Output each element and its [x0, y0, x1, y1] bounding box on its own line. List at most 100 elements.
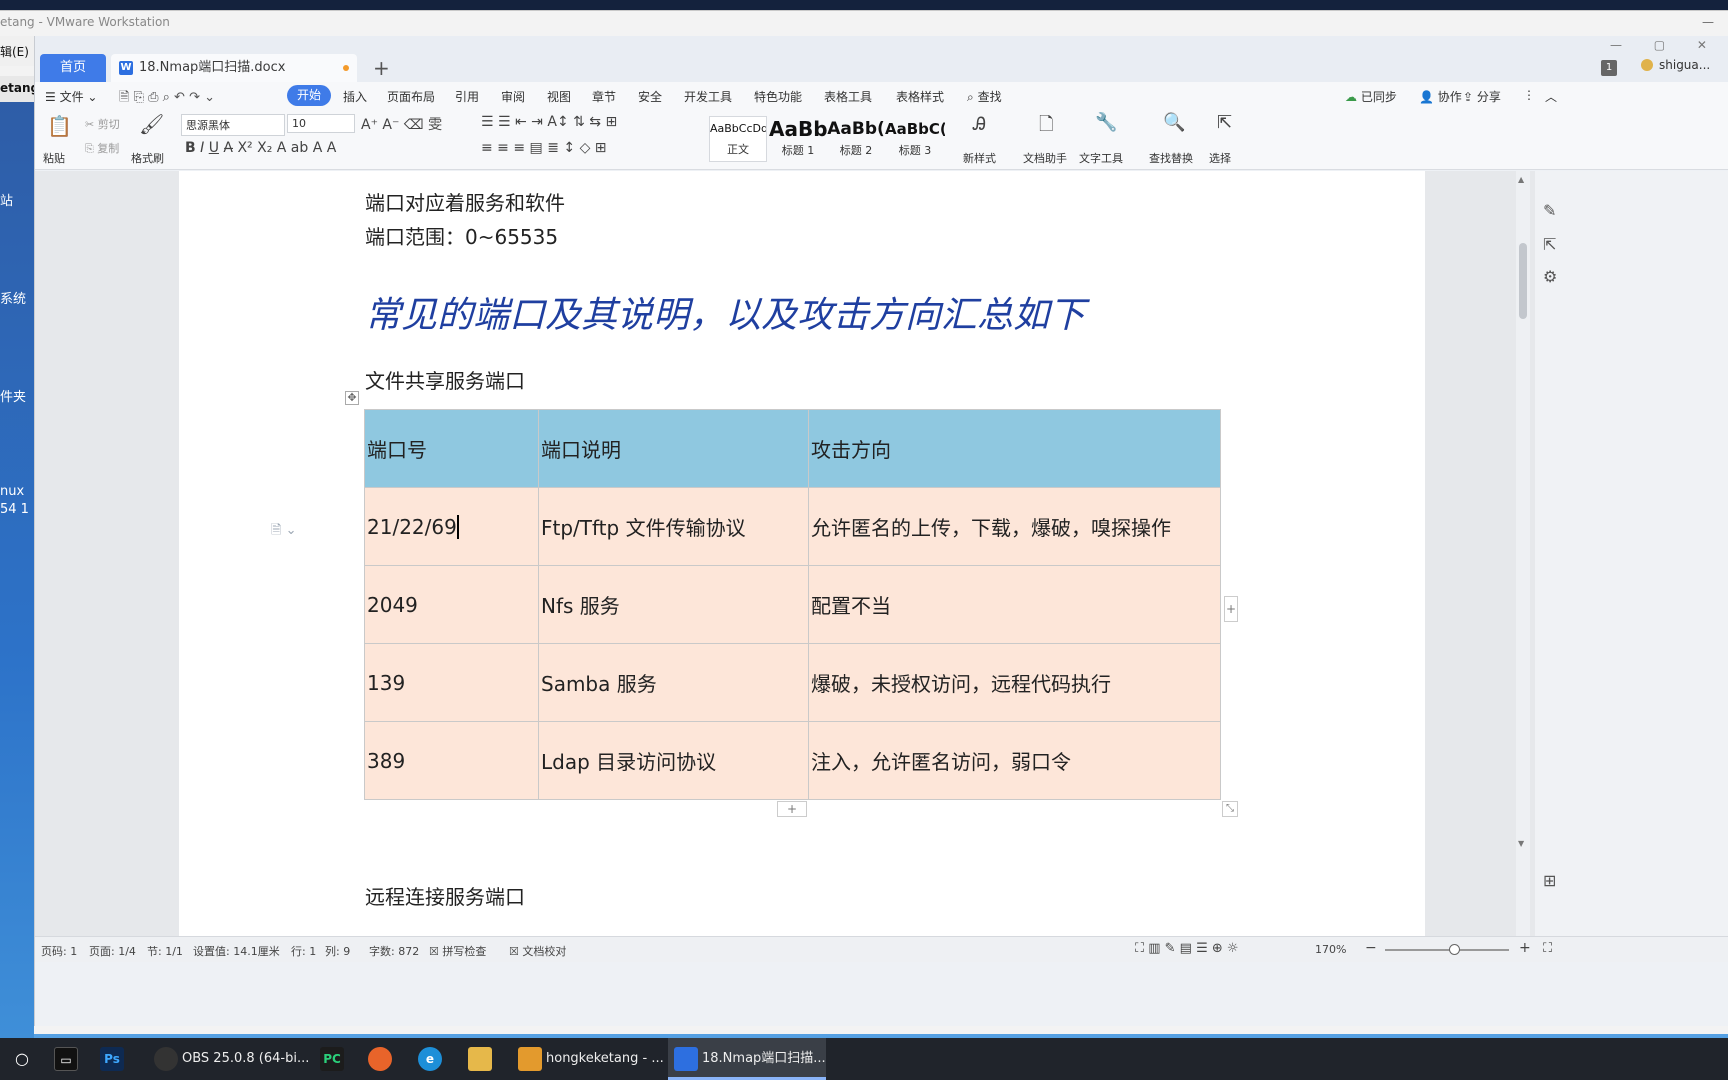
style-normal[interactable]: AaBbCcDd 正文: [709, 116, 767, 162]
tab-chapter[interactable]: 章节: [592, 88, 616, 105]
pen-icon[interactable]: ✎: [1543, 201, 1556, 220]
quick-access-toolbar[interactable]: 🗎 ⎘ ⎙ ⌕ ↶ ↷ ⌄: [119, 88, 215, 110]
add-row-button[interactable]: +: [777, 801, 807, 817]
table-cell[interactable]: 139: [364, 643, 539, 722]
photoshop-icon[interactable]: Ps: [100, 1047, 124, 1071]
doc-assistant-icon[interactable]: 🗋: [1039, 112, 1053, 142]
file-menu[interactable]: ☰ 文件 ⌄: [45, 88, 97, 105]
tab-home[interactable]: 首页: [40, 54, 106, 82]
scrollbar-thumb[interactable]: [1519, 243, 1527, 319]
add-column-button[interactable]: +: [1224, 596, 1238, 622]
document-page[interactable]: 端口对应着服务和软件 端口范围：0~65535 常见的端口及其说明，以及攻击方向…: [179, 171, 1425, 936]
status-pages[interactable]: 页面: 1/4: [89, 943, 136, 959]
zoom-out-icon[interactable]: −: [1365, 940, 1377, 956]
zoom-in-icon[interactable]: +: [1519, 940, 1531, 956]
select-cursor-icon[interactable]: ⇱: [1217, 112, 1232, 133]
user-account[interactable]: shigua...: [1641, 58, 1710, 72]
doc-assistant-button[interactable]: 文档助手: [1023, 150, 1067, 166]
status-word-count[interactable]: 字数: 872: [369, 943, 419, 959]
tab-insert[interactable]: 插入: [343, 88, 367, 105]
vmware-tab-label[interactable]: etang: [0, 76, 39, 102]
tab-table-style[interactable]: 表格样式: [896, 88, 944, 105]
tab-developer[interactable]: 开发工具: [684, 88, 732, 105]
tab-references[interactable]: 引用: [455, 88, 479, 105]
header-attack[interactable]: 攻击方向: [808, 409, 1221, 488]
tab-security[interactable]: 安全: [638, 88, 662, 105]
table-move-handle[interactable]: ✥: [345, 391, 359, 405]
window-controls[interactable]: — ▢ ✕: [1610, 38, 1721, 52]
table-cell[interactable]: Samba 服务: [538, 643, 809, 722]
ports-table[interactable]: 端口号 端口说明 攻击方向 21/22/69 Ftp/Tftp 文件传输协议 允…: [364, 409, 1221, 800]
table-cell[interactable]: 注入，允许匿名访问，弱口令: [808, 721, 1221, 800]
taskbar-wps[interactable]: 18.Nmap端口扫描...: [668, 1038, 826, 1080]
status-page-code[interactable]: 页码: 1: [41, 943, 77, 959]
table-cell[interactable]: 爆破，未授权访问，远程代码执行: [808, 643, 1221, 722]
doc-paragraph-1[interactable]: 端口对应着服务和软件: [365, 187, 565, 216]
table-cell[interactable]: 21/22/69: [364, 487, 539, 566]
tab-view[interactable]: 视图: [547, 88, 571, 105]
status-section[interactable]: 节: 1/1: [147, 943, 183, 959]
select-button[interactable]: 选择: [1209, 150, 1231, 166]
status-setting[interactable]: 设置值: 14.1厘米: [193, 943, 280, 959]
proofread-toggle[interactable]: ☒ 文档校对: [509, 943, 566, 959]
tab-document[interactable]: W 18.Nmap端口扫描.docx: [111, 54, 357, 82]
file-explorer-icon[interactable]: [468, 1047, 492, 1071]
doc-heading[interactable]: 常见的端口及其说明，以及攻击方向汇总如下: [365, 286, 1085, 338]
doc-paragraph-2[interactable]: 端口范围：0~65535: [365, 221, 558, 250]
scroll-down-icon[interactable]: ▼: [1518, 839, 1524, 848]
style-heading3[interactable]: AaBbC( 标题 3: [885, 116, 945, 162]
share-button[interactable]: ⇪ 分享: [1463, 88, 1501, 105]
search-circle-icon[interactable]: ○: [10, 1047, 34, 1071]
sync-status[interactable]: ☁ 已同步: [1345, 88, 1397, 105]
more-menu-icon[interactable]: ⋮: [1523, 88, 1535, 102]
zoom-level[interactable]: 170%: [1315, 943, 1346, 956]
section-title[interactable]: 文件共享服务端口: [365, 365, 525, 394]
grid-view-icon[interactable]: ⊞: [1543, 871, 1556, 890]
table-cell[interactable]: 允许匿名的上传，下载，爆破，嗅探操作: [808, 487, 1221, 566]
zoom-slider[interactable]: [1385, 949, 1509, 951]
paste-button[interactable]: 粘贴: [43, 150, 65, 166]
table-cell[interactable]: 2049: [364, 565, 539, 644]
header-port[interactable]: 端口号: [364, 409, 539, 488]
status-row[interactable]: 行: 1: [291, 943, 316, 959]
style-heading2[interactable]: AaBb( 标题 2: [827, 116, 885, 162]
new-style-icon[interactable]: Ꭿ: [973, 114, 986, 135]
paragraph-menu-icon[interactable]: 🗎 ⌄: [271, 521, 296, 543]
collab-button[interactable]: 👤 协作: [1419, 88, 1462, 105]
status-col[interactable]: 列: 9: [325, 943, 350, 959]
fullscreen-icon[interactable]: ⛶: [1543, 941, 1552, 956]
tab-start[interactable]: 开始: [287, 85, 332, 106]
list-indent-icons[interactable]: ☰ ☰ ⇤ ⇥ A↕ ⇅ ⇆ ⊞: [481, 114, 617, 130]
vertical-scrollbar[interactable]: ▲ ▼: [1516, 171, 1530, 936]
pycharm-icon[interactable]: PC: [320, 1047, 344, 1071]
new-tab-button[interactable]: +: [373, 54, 390, 82]
vmware-window-controls[interactable]: —: [1702, 15, 1714, 29]
tab-features[interactable]: 特色功能: [754, 88, 802, 105]
find-replace-button[interactable]: 查找替换: [1149, 150, 1193, 166]
terminal-icon[interactable]: ▭: [54, 1047, 78, 1071]
alignment-icons[interactable]: ≡ ≡ ≡ ▤ ≣ ↕ ◇ ⊞: [481, 140, 607, 156]
table-cell[interactable]: Ldap 目录访问协议: [538, 721, 809, 800]
table-cell[interactable]: Ftp/Tftp 文件传输协议: [538, 487, 809, 566]
table-cell[interactable]: Nfs 服务: [538, 565, 809, 644]
font-size-select[interactable]: 10: [287, 114, 355, 133]
style-heading1[interactable]: AaBb 标题 1: [769, 116, 827, 162]
text-tools-button[interactable]: 文字工具: [1079, 150, 1123, 166]
cut-button[interactable]: ✂ 剪切: [85, 116, 120, 132]
spell-check-toggle[interactable]: ☒ 拼写检查: [429, 943, 486, 959]
header-description[interactable]: 端口说明: [538, 409, 809, 488]
search-menu[interactable]: ⌕ 查找: [967, 88, 1002, 105]
vmware-edit-menu[interactable]: 辑(E): [0, 36, 34, 66]
format-painter-icon[interactable]: 🖌: [139, 112, 164, 136]
font-size-tools-icon[interactable]: A⁺ A⁻ ⌫ 雯: [361, 114, 442, 134]
table-cell[interactable]: 配置不当: [808, 565, 1221, 644]
text-tools-icon[interactable]: 🔧: [1095, 112, 1117, 133]
tab-review[interactable]: 审阅: [501, 88, 525, 105]
tab-table-tools[interactable]: 表格工具: [824, 88, 872, 105]
copy-button[interactable]: ⎘ 复制: [85, 140, 119, 156]
paste-icon[interactable]: 📋: [47, 114, 72, 138]
taskbar-obs[interactable]: OBS 25.0.8 (64-bi...: [148, 1038, 309, 1080]
pointer-icon[interactable]: ⇱: [1543, 235, 1556, 254]
font-name-select[interactable]: 思源黑体: [181, 114, 285, 136]
zoom-slider-knob[interactable]: [1449, 944, 1460, 955]
